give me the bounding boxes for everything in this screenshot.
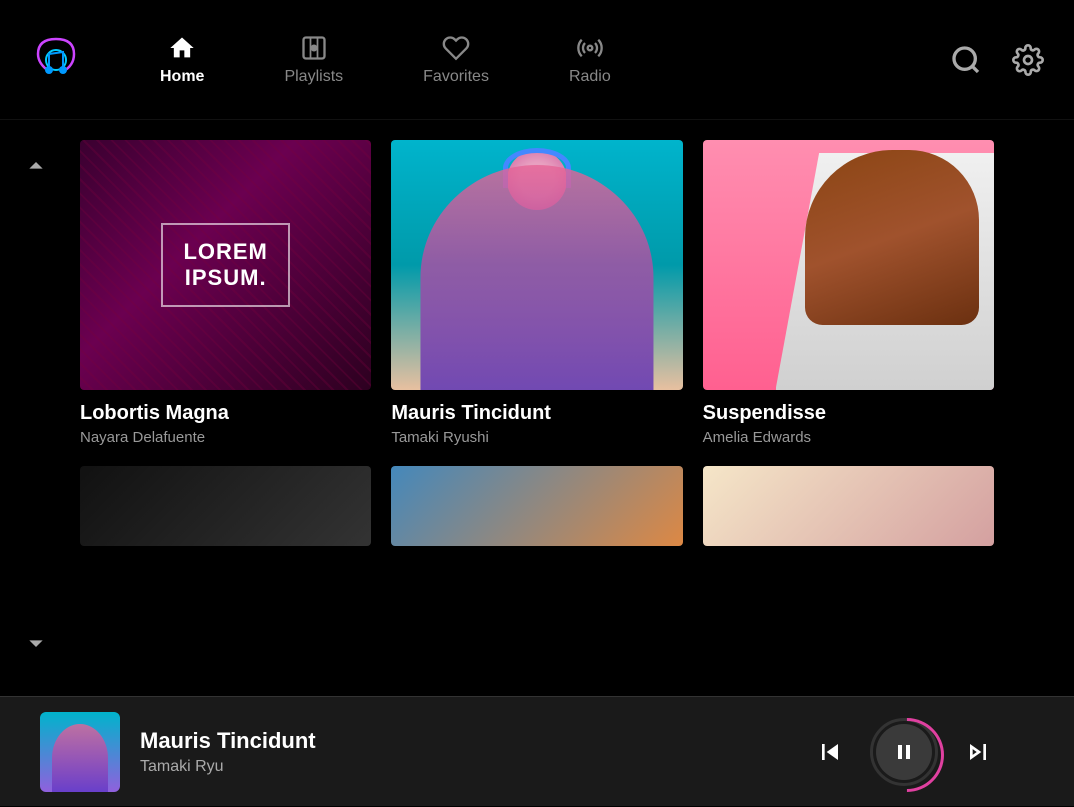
- now-playing-artist: Tamaki Ryu: [140, 758, 814, 776]
- scroll-down-button[interactable]: [20, 627, 52, 666]
- nav-label-radio: Radio: [569, 68, 611, 86]
- album-thumb-text-1: LOREMIPSUM.: [161, 223, 289, 308]
- preview-thumb-2[interactable]: [391, 466, 682, 546]
- now-playing-bar: Mauris Tincidunt Tamaki Ryu: [0, 696, 1074, 806]
- nav-label-home: Home: [160, 68, 204, 86]
- album-title-3: Suspendisse: [703, 402, 994, 425]
- now-playing-info: Mauris Tincidunt Tamaki Ryu: [140, 728, 814, 776]
- album-card-1[interactable]: LOREMIPSUM. Lobortis Magna Nayara Delafu…: [80, 140, 371, 446]
- nav-item-favorites[interactable]: Favorites: [383, 34, 529, 86]
- now-playing-thumbnail: [40, 712, 120, 792]
- previous-button[interactable]: [814, 736, 846, 768]
- nav-bar: Home Playlists Favorites: [0, 0, 1074, 120]
- nav-label-favorites: Favorites: [423, 68, 489, 86]
- album-preview-row: [80, 466, 994, 546]
- nav-right-controls: [950, 44, 1044, 76]
- nav-item-playlists[interactable]: Playlists: [244, 34, 383, 86]
- preview-thumb-3[interactable]: [703, 466, 994, 546]
- preview-thumb-1[interactable]: [80, 466, 371, 546]
- next-button[interactable]: [962, 736, 994, 768]
- logo[interactable]: [30, 34, 100, 86]
- main-content: LOREMIPSUM. Lobortis Magna Nayara Delafu…: [0, 120, 1074, 696]
- now-playing-title: Mauris Tincidunt: [140, 728, 814, 754]
- album-grid: LOREMIPSUM. Lobortis Magna Nayara Delafu…: [80, 120, 994, 446]
- playback-controls: [814, 718, 994, 786]
- search-button[interactable]: [950, 44, 982, 76]
- nav-items: Home Playlists Favorites: [100, 34, 950, 86]
- nav-label-playlists: Playlists: [284, 68, 343, 86]
- nav-item-home[interactable]: Home: [120, 34, 244, 86]
- album-artist-2: Tamaki Ryushi: [391, 429, 682, 446]
- scroll-up-button[interactable]: [20, 150, 52, 189]
- album-artist-1: Nayara Delafuente: [80, 429, 371, 446]
- album-title-1: Lobortis Magna: [80, 402, 371, 425]
- album-artist-3: Amelia Edwards: [703, 429, 994, 446]
- album-card-3[interactable]: Suspendisse Amelia Edwards: [703, 140, 994, 446]
- nav-item-radio[interactable]: Radio: [529, 34, 651, 86]
- album-title-2: Mauris Tincidunt: [391, 402, 682, 425]
- album-card-2[interactable]: Mauris Tincidunt Tamaki Ryushi: [391, 140, 682, 446]
- settings-button[interactable]: [1012, 44, 1044, 76]
- play-pause-button[interactable]: [870, 718, 938, 786]
